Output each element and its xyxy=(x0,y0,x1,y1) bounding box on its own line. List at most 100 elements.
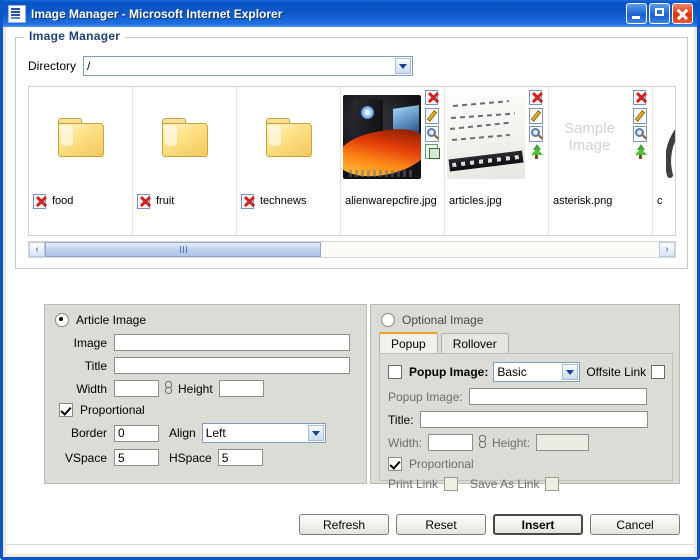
offsite-link-checkbox[interactable] xyxy=(651,365,666,379)
border-input[interactable] xyxy=(114,424,159,442)
list-item[interactable]: articles.jpg xyxy=(445,87,549,235)
list-item[interactable]: alienwarepcfire.jpg xyxy=(341,87,445,235)
directory-select[interactable]: / xyxy=(83,56,414,76)
delete-icon[interactable] xyxy=(528,90,544,105)
close-button[interactable] xyxy=(672,3,693,24)
refresh-button[interactable]: Refresh xyxy=(299,514,389,535)
popup-image-input[interactable] xyxy=(468,388,647,405)
popup-tab-panel: Popup Image: Basic Offsite Link Popup Im… xyxy=(379,353,673,491)
spacing-row: VSpace HSpace xyxy=(55,449,366,466)
tab-popup[interactable]: Popup xyxy=(379,332,438,353)
delete-icon[interactable] xyxy=(137,193,152,209)
popup-proportional-row[interactable]: Proportional xyxy=(388,457,672,471)
title-bar: Image Manager - Microsoft Internet Explo… xyxy=(3,0,697,27)
title-input[interactable] xyxy=(114,357,350,374)
image-field-row: Image xyxy=(55,334,366,351)
popup-width-label: Width: xyxy=(388,435,423,450)
scroll-left-button[interactable]: ‹ xyxy=(29,242,45,257)
popup-height-input[interactable] xyxy=(536,434,590,451)
article-image-label: Article Image xyxy=(76,313,147,327)
popup-image-field-row: Popup Image: xyxy=(388,388,672,405)
maximize-button[interactable] xyxy=(649,3,670,24)
list-item[interactable]: technews xyxy=(237,87,341,235)
directory-label: Directory xyxy=(28,59,77,73)
edit-icon[interactable] xyxy=(528,108,544,124)
optional-image-tabs: Popup Rollover xyxy=(371,331,679,353)
item-name: fruit xyxy=(156,195,175,207)
item-name: c xyxy=(657,195,663,207)
tab-rollover[interactable]: Rollover xyxy=(440,333,509,353)
item-name: alienwarepcfire.jpg xyxy=(345,195,437,207)
width-input[interactable] xyxy=(114,380,159,397)
align-label: Align xyxy=(169,426,196,440)
popup-height-label: Height: xyxy=(492,435,531,450)
article-image-radio[interactable] xyxy=(55,313,69,327)
align-select[interactable]: Left xyxy=(201,423,326,443)
thumbnail-image: Sample Image xyxy=(550,95,629,179)
popup-width-input[interactable] xyxy=(428,434,474,451)
copy-icon[interactable] xyxy=(424,144,440,159)
proportional-row[interactable]: Proportional xyxy=(55,403,366,417)
popup-title-input[interactable] xyxy=(419,411,648,428)
height-input[interactable] xyxy=(218,380,264,397)
proportional-checkbox[interactable] xyxy=(59,403,73,417)
insert-icon[interactable] xyxy=(529,144,544,159)
item-actions xyxy=(422,90,442,159)
hspace-input[interactable] xyxy=(217,449,263,466)
item-label-row: articles.jpg xyxy=(445,191,548,211)
delete-icon[interactable] xyxy=(424,90,440,105)
chevron-down-icon[interactable] xyxy=(562,364,579,380)
save-as-link-checkbox[interactable] xyxy=(545,477,560,491)
article-image-radio-row[interactable]: Article Image xyxy=(45,305,366,327)
delete-icon[interactable] xyxy=(632,90,648,105)
preview-icon[interactable] xyxy=(528,126,544,142)
popup-type-select[interactable]: Basic xyxy=(493,362,581,382)
list-item[interactable]: fruit xyxy=(133,87,237,235)
scrollbar-track[interactable] xyxy=(45,242,659,257)
print-link-checkbox[interactable] xyxy=(444,477,459,491)
list-item[interactable]: food xyxy=(29,87,133,235)
article-image-form: Image Title Width Height Proportional Bo… xyxy=(45,327,366,466)
optional-image-radio-row[interactable]: Optional Image xyxy=(371,305,679,327)
cancel-button[interactable]: Cancel xyxy=(590,514,680,535)
image-thumb: Sample Image xyxy=(549,87,630,187)
chevron-down-icon[interactable] xyxy=(307,425,324,441)
delete-icon[interactable] xyxy=(33,193,48,209)
image-input[interactable] xyxy=(114,334,350,351)
delete-icon[interactable] xyxy=(241,193,256,209)
insert-icon[interactable] xyxy=(633,144,648,159)
file-gallery[interactable]: food fruit technews alienwarepcfire.jpg … xyxy=(28,86,676,236)
item-actions xyxy=(526,90,546,159)
dialog-buttons: Refresh Reset Insert Cancel xyxy=(15,514,688,535)
chain-link-icon xyxy=(478,435,487,450)
gallery-scrollbar[interactable]: ‹ › xyxy=(28,241,676,258)
preview-icon[interactable] xyxy=(424,126,440,142)
scrollbar-thumb[interactable] xyxy=(45,242,322,257)
preview-icon[interactable] xyxy=(632,126,648,142)
optional-image-radio[interactable] xyxy=(381,313,395,327)
sample-text-line1: Sample xyxy=(564,120,615,137)
reset-button[interactable]: Reset xyxy=(396,514,486,535)
height-label: Height xyxy=(178,381,213,396)
item-name: food xyxy=(52,195,74,207)
edit-icon[interactable] xyxy=(424,108,440,124)
list-item[interactable]: Sample Image asterisk.png xyxy=(549,87,653,235)
scroll-right-button[interactable]: › xyxy=(659,242,675,257)
edit-icon[interactable] xyxy=(632,108,648,124)
width-label: Width xyxy=(76,381,107,396)
popup-proportional-checkbox[interactable] xyxy=(388,457,402,471)
chevron-down-icon[interactable] xyxy=(395,58,412,74)
proportional-label: Proportional xyxy=(80,403,145,417)
insert-button[interactable]: Insert xyxy=(493,514,583,535)
popup-title-row: Title: xyxy=(388,411,672,428)
options-panels: Article Image Image Title Width Height P… xyxy=(15,304,688,507)
hspace-label: HSpace xyxy=(169,450,212,465)
vspace-input[interactable] xyxy=(114,449,159,466)
popup-image-checkbox[interactable] xyxy=(388,365,402,379)
popup-proportional-label: Proportional xyxy=(409,457,474,471)
item-label-row: technews xyxy=(237,191,340,211)
chain-link-icon xyxy=(164,381,173,396)
minimize-button[interactable] xyxy=(626,3,647,24)
list-item[interactable]: c xyxy=(653,87,675,235)
popup-image-check-row: Popup Image: Basic Offsite Link xyxy=(388,362,672,382)
